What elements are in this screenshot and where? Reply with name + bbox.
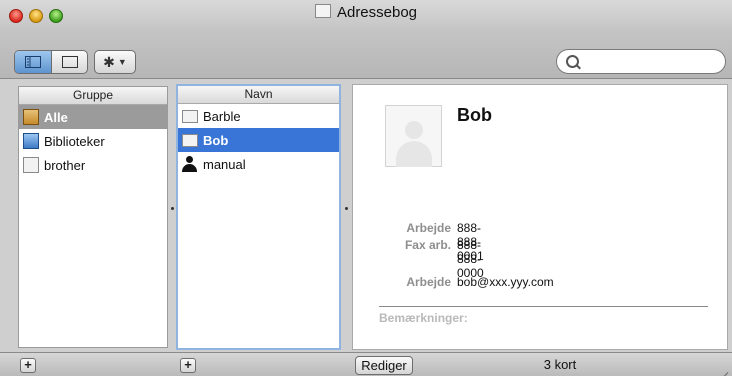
group-column: Gruppe Alle Biblioteker brother [18,86,168,348]
column-view-button[interactable] [15,51,52,73]
group-item-alle[interactable]: Alle [19,105,167,129]
contact-card-icon [182,109,198,123]
name-column-header[interactable]: Navn [178,86,339,104]
card-view-button[interactable] [52,51,87,73]
contact-card: Bob Arbejde 888-888-0001 Fax arb. 888-88… [352,84,728,350]
search-icon [566,55,579,68]
name-column: Navn Barble Bob manual [176,84,341,350]
contact-item-label: Barble [203,108,241,124]
group-item-label: brother [44,157,86,173]
contact-photo[interactable] [385,105,442,167]
library-folder-icon [23,133,39,149]
phone-work-label: Arbejde [406,221,451,235]
bottom-bar: + + Rediger 3 kort [0,352,732,376]
fax-work-value[interactable]: 888-888-0000 [457,238,484,280]
placeholder-person-icon [405,121,423,139]
pane-splitter-handle[interactable] [345,207,348,210]
group-folder-icon [23,157,39,173]
group-item-biblioteker[interactable]: Biblioteker [19,129,167,153]
contact-card-icon [182,133,198,147]
person-silhouette-icon [182,156,198,172]
email-work-value[interactable]: bob@xxx.yyy.com [457,275,554,289]
contact-item-barble[interactable]: Barble [178,104,339,128]
action-menu-button[interactable]: ✱ ▼ [94,50,136,74]
resize-grip-icon[interactable] [714,360,729,376]
email-work-label: Arbejde [406,275,451,289]
pane-splitter-handle[interactable] [171,207,174,210]
address-book-window: Adressebog ✱ ▼ Gruppe Alle Biblioteker b… [0,0,732,376]
fax-work-label: Fax arb. [404,238,451,252]
contact-item-manual[interactable]: manual [178,152,339,176]
notes-divider [379,306,708,307]
title-bar: Adressebog ✱ ▼ [0,0,732,79]
add-contact-button[interactable]: + [180,358,196,373]
notes-label[interactable]: Bemærkninger: [379,311,468,325]
view-switcher [14,50,88,74]
contact-item-bob[interactable]: Bob [178,128,339,152]
group-column-header[interactable]: Gruppe [19,87,167,105]
card-view-icon [62,56,78,68]
placeholder-person-body [396,141,432,167]
window-title-text: Adressebog [336,4,418,21]
group-item-brother[interactable]: brother [19,153,167,177]
address-book-icon [314,4,331,18]
add-group-button[interactable]: + [20,358,36,373]
contact-item-label: manual [203,156,246,172]
contact-name: Bob [457,105,492,125]
search-field[interactable] [556,49,726,74]
group-item-label: Biblioteker [44,133,105,149]
gear-icon: ✱ [103,53,115,70]
group-item-label: Alle [44,109,68,125]
window-title: Adressebog [0,4,732,21]
all-contacts-folder-icon [23,109,39,125]
card-count: 3 kort [543,357,577,372]
edit-button[interactable]: Rediger [355,356,413,375]
chevron-down-icon: ▼ [117,57,127,67]
column-view-icon [25,56,41,68]
contact-item-label: Bob [203,132,229,148]
